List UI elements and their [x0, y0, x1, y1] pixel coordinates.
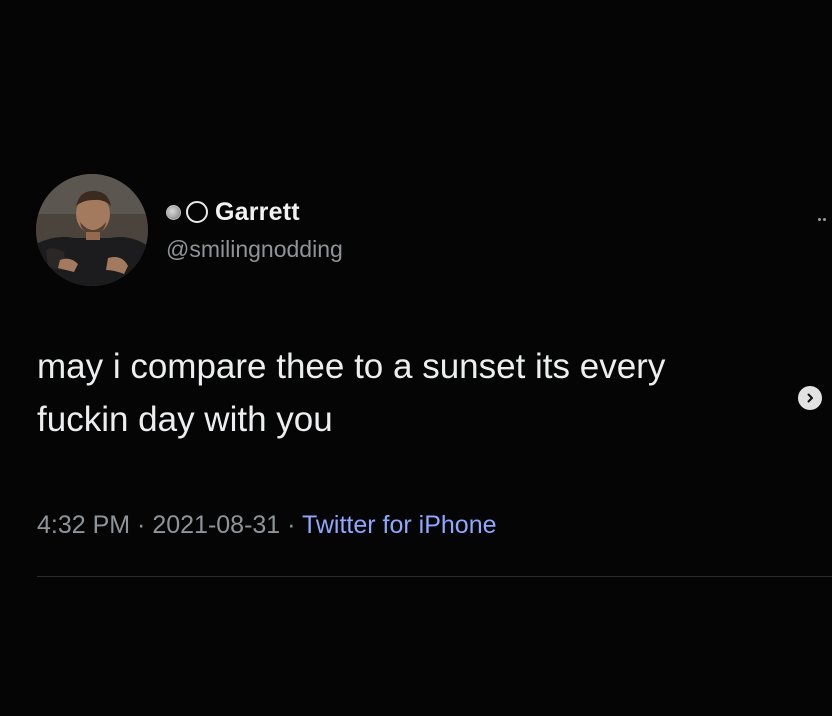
tweet-time[interactable]: 4:32 PM [37, 511, 130, 539]
avatar[interactable] [36, 174, 148, 286]
chevron-right-icon[interactable] [798, 386, 822, 410]
more-dots-icon[interactable] [818, 208, 830, 221]
tweet-source-link[interactable]: Twitter for iPhone [302, 511, 497, 539]
tweet-card: Garrett @smilingnodding may i compare th… [0, 0, 832, 716]
user-handle[interactable]: @smilingnodding [166, 236, 343, 263]
tweet-metadata: 4:32 PM · 2021-08-31 · Twitter for iPhon… [37, 511, 497, 540]
hollow-circle-icon [186, 201, 208, 223]
meta-separator: · [280, 511, 302, 539]
tweet-text: may i compare thee to a sunset its every… [37, 347, 666, 439]
display-name[interactable]: Garrett [215, 198, 300, 227]
meta-separator: · [130, 511, 153, 539]
divider [37, 576, 832, 577]
tweet-date[interactable]: 2021-08-31 [152, 511, 280, 539]
globe-emoji-icon [166, 204, 181, 220]
avatar-photo [36, 174, 148, 286]
user-name-row[interactable]: Garrett [166, 196, 300, 228]
